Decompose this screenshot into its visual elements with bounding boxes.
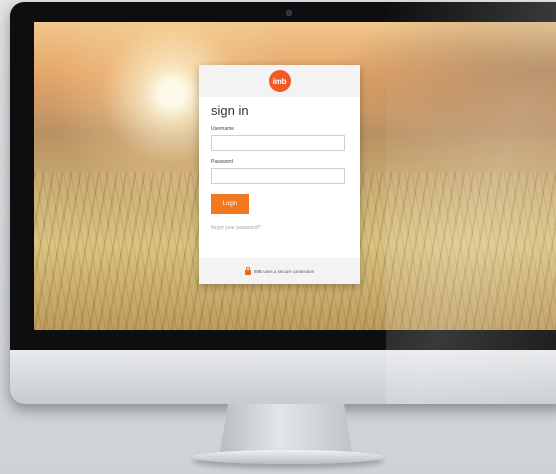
page-title: sign in — [211, 103, 249, 118]
login-button[interactable]: Login — [211, 194, 249, 214]
password-label: Password — [211, 159, 233, 165]
forgot-password-link[interactable]: forgot your password? — [211, 225, 348, 231]
login-card-header: imb — [199, 65, 360, 97]
password-field[interactable] — [211, 168, 345, 184]
camera-icon — [286, 10, 292, 16]
lock-icon — [244, 266, 251, 275]
login-card: imb sign in Username Password Login forg… — [199, 65, 360, 284]
username-field[interactable] — [211, 135, 345, 151]
monitor-stand — [220, 404, 352, 452]
secure-connection-text: IMB uses a secure connection — [253, 268, 315, 274]
monitor-stand-base — [192, 450, 384, 464]
secure-connection-note: IMB uses a secure connection — [199, 258, 360, 284]
login-form: sign in Username Password Login forgot y… — [199, 97, 360, 231]
username-label: Username — [211, 126, 235, 132]
scene: imb sign in Username Password Login forg… — [0, 0, 556, 474]
imb-logo: imb — [268, 70, 291, 92]
monitor-chin — [10, 350, 556, 404]
